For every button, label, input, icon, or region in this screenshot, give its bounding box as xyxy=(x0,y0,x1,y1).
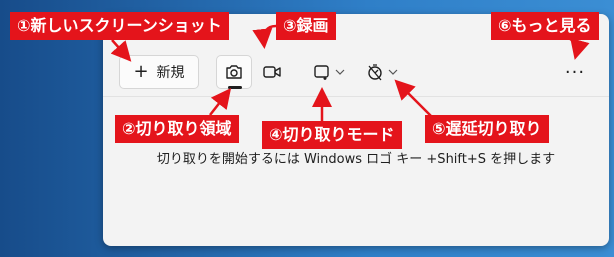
record-button[interactable] xyxy=(254,55,290,89)
video-icon xyxy=(263,66,281,78)
snip-mode-dropdown[interactable] xyxy=(313,55,345,89)
snip-mode-icon xyxy=(314,65,329,80)
callout-see-more: ⑥もっと見る xyxy=(491,12,599,40)
plus-icon: + xyxy=(133,61,149,82)
chevron-down-icon xyxy=(388,69,398,75)
shortcut-hint: 切り取りを開始するには Windows ロゴ キー +Shift+S を押します xyxy=(156,152,556,167)
snip-area-button[interactable] xyxy=(216,55,252,89)
new-button-label: 新規 xyxy=(156,65,185,81)
capture-mode-toggle xyxy=(216,55,288,89)
camera-icon xyxy=(226,65,242,79)
more-icon: ··· xyxy=(564,61,586,83)
chevron-down-icon xyxy=(335,69,345,75)
callout-snip-area: ②切り取り領域 xyxy=(115,115,239,143)
callout-record: ③録画 xyxy=(276,12,336,40)
callout-delay: ⑤遅延切り取り xyxy=(425,115,549,143)
callout-new-screenshot: ①新しいスクリーンショット xyxy=(10,12,229,40)
callout-snip-mode: ④切り取りモード xyxy=(262,121,402,149)
new-screenshot-button[interactable]: + 新規 xyxy=(119,55,199,89)
delay-dropdown[interactable] xyxy=(366,55,398,89)
timer-icon xyxy=(368,64,382,81)
see-more-button[interactable]: ··· xyxy=(561,58,589,86)
toolbar-divider xyxy=(103,96,609,97)
